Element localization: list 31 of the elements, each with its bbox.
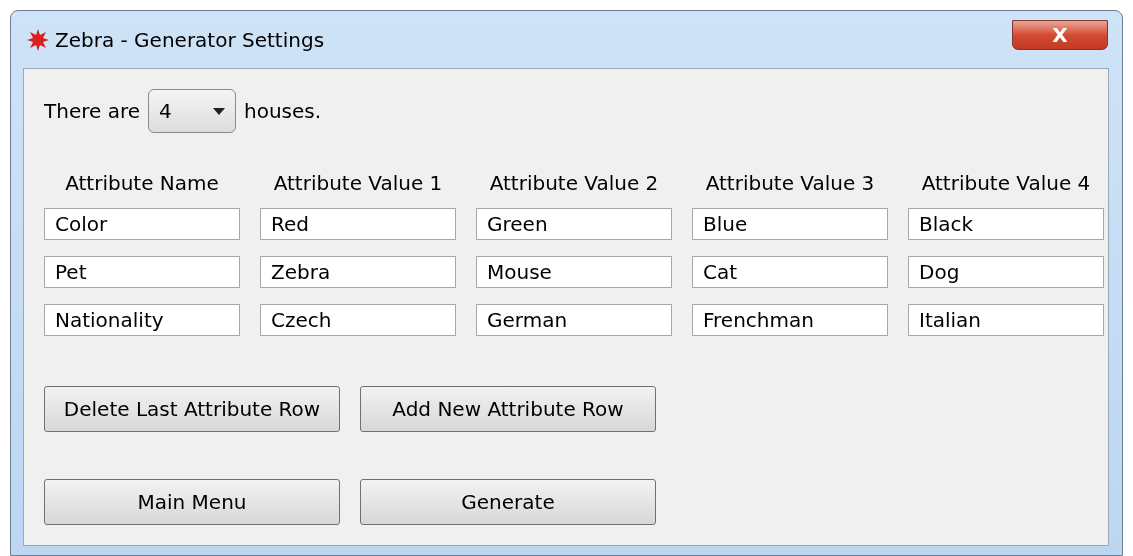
attribute-field[interactable]: Nationality: [44, 304, 240, 336]
attribute-field[interactable]: Green: [476, 208, 672, 240]
attribute-field[interactable]: Italian: [908, 304, 1104, 336]
houses-label: There are: [44, 98, 140, 125]
column-header: Attribute Value 2: [488, 170, 660, 197]
attribute-field[interactable]: Red: [260, 208, 456, 240]
attribute-field[interactable]: Pet: [44, 256, 240, 288]
action-button[interactable]: Main Menu: [44, 479, 340, 525]
attribute-field[interactable]: Zebra: [260, 256, 456, 288]
starburst-icon: [27, 29, 49, 51]
action-button[interactable]: Generate: [360, 479, 656, 525]
house-count-dropdown[interactable]: 4: [148, 89, 236, 133]
caret-icon: [213, 107, 225, 115]
attribute-field[interactable]: Czech: [260, 304, 456, 336]
attribute-field[interactable]: Frenchman: [692, 304, 888, 336]
column-header: Attribute Value 3: [704, 170, 876, 197]
attribute-field[interactable]: Cat: [692, 256, 888, 288]
action-button[interactable]: Delete Last Attribute Row: [44, 386, 340, 432]
close-button[interactable]: X: [1012, 20, 1108, 50]
action-button[interactable]: Add New Attribute Row: [360, 386, 656, 432]
attribute-field[interactable]: Mouse: [476, 256, 672, 288]
attribute-field[interactable]: Color: [44, 208, 240, 240]
houses-label: houses.: [244, 98, 322, 125]
attribute-field[interactable]: German: [476, 304, 672, 336]
attribute-field[interactable]: Dog: [908, 256, 1104, 288]
window-title: Zebra - Generator Settings: [55, 27, 325, 54]
column-header: Attribute Value 1: [272, 170, 444, 197]
column-header: Attribute Name: [64, 170, 220, 197]
column-header: Attribute Value 4: [920, 170, 1092, 197]
attribute-field[interactable]: Blue: [692, 208, 888, 240]
attribute-field[interactable]: Black: [908, 208, 1104, 240]
